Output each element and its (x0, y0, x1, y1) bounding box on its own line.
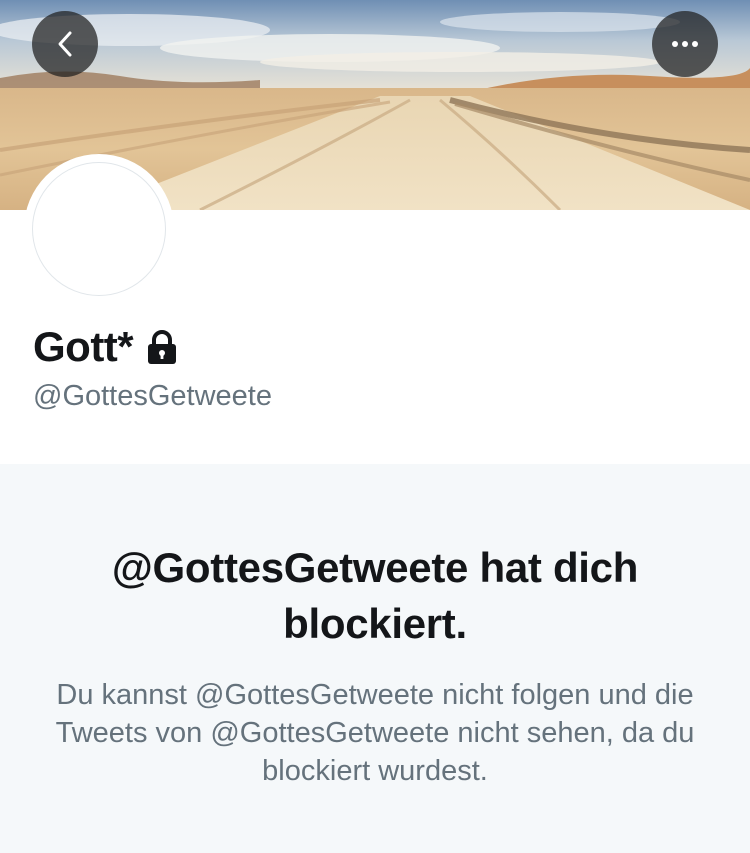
lock-icon (148, 330, 177, 364)
profile-handle: @GottesGetweete (33, 380, 272, 412)
avatar[interactable] (24, 154, 174, 304)
back-button[interactable] (32, 11, 98, 77)
blocked-title: @GottesGetweete hat dich blockiert. (111, 544, 639, 647)
blocked-description: Du kannst @GottesGetweete nicht folgen u… (55, 679, 695, 787)
chevron-left-icon (58, 31, 72, 57)
profile-name-row: Gott* (33, 322, 179, 372)
display-name: Gott* (33, 323, 134, 370)
avatar-image (32, 162, 166, 296)
profile-page: Gott* @GottesGetweete @GottesGetweete ha… (0, 0, 750, 853)
blocked-notice: @GottesGetweete hat dich blockiert. Du k… (0, 464, 750, 853)
more-options-button[interactable] (652, 11, 718, 77)
more-horizontal-icon (672, 41, 698, 47)
